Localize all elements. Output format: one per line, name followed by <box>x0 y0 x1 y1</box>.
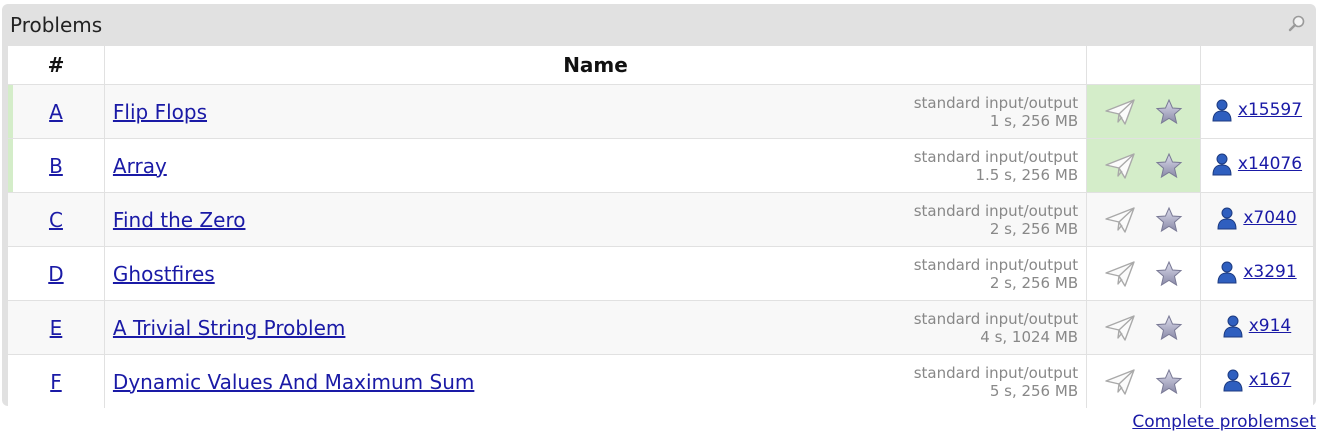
send-icon[interactable] <box>1103 367 1137 397</box>
time-memory-limit: 2 s, 256 MB <box>989 273 1079 292</box>
header-name: Name <box>103 46 1087 85</box>
problem-name-cell: Dynamic Values And Maximum Sum standard … <box>103 354 1087 408</box>
table-header-row: # Name <box>8 46 1313 85</box>
table-row: F Dynamic Values And Maximum Sum standar… <box>8 354 1313 408</box>
send-icon[interactable] <box>1103 151 1137 181</box>
complete-problemset-link[interactable]: Complete problemset <box>1132 412 1316 432</box>
problem-index-cell: A <box>8 84 105 139</box>
problem-solvers-cell: x3291 <box>1200 246 1313 301</box>
star-icon[interactable] <box>1155 314 1183 342</box>
io-type: standard input/output <box>913 147 1079 166</box>
problem-solvers-cell: x14076 <box>1200 138 1313 193</box>
problem-solvers-cell: x914 <box>1200 300 1313 355</box>
io-type: standard input/output <box>913 93 1079 112</box>
problem-limits: standard input/output 1 s, 256 MB <box>914 94 1078 130</box>
user-icon <box>1212 153 1232 175</box>
problem-name-cell: A Trivial String Problem standard input/… <box>103 300 1087 355</box>
problem-index-cell: E <box>8 300 105 355</box>
problem-name-link[interactable]: Array <box>113 154 167 178</box>
solvers-count-link[interactable]: x14076 <box>1238 154 1302 174</box>
problem-name-link[interactable]: Flip Flops <box>113 100 207 124</box>
solvers-count-link[interactable]: x3291 <box>1243 262 1296 282</box>
header-solvers <box>1200 46 1313 85</box>
problem-limits: standard input/output 5 s, 256 MB <box>914 364 1078 400</box>
problem-limits: standard input/output 2 s, 256 MB <box>914 202 1078 238</box>
problem-index-link[interactable]: C <box>49 208 63 232</box>
io-type: standard input/output <box>913 255 1079 274</box>
problem-limits: standard input/output 1.5 s, 256 MB <box>914 148 1078 184</box>
star-icon[interactable] <box>1155 368 1183 396</box>
problem-actions-cell <box>1086 300 1201 355</box>
table-row: C Find the Zero standard input/output 2 … <box>8 192 1313 247</box>
star-icon[interactable] <box>1155 206 1183 234</box>
problem-name-cell: Array standard input/output 1.5 s, 256 M… <box>103 138 1087 193</box>
problem-actions-cell <box>1086 84 1201 139</box>
send-icon[interactable] <box>1103 313 1137 343</box>
user-icon <box>1212 99 1232 121</box>
table-row: D Ghostfires standard input/output 2 s, … <box>8 246 1313 301</box>
time-memory-limit: 2 s, 256 MB <box>989 219 1079 238</box>
send-icon[interactable] <box>1103 97 1137 127</box>
io-type: standard input/output <box>913 201 1079 220</box>
problem-solvers-cell: x7040 <box>1200 192 1313 247</box>
problem-name-link[interactable]: Ghostfires <box>113 262 215 286</box>
solvers-count-link[interactable]: x7040 <box>1243 208 1296 228</box>
panel-title: Problems <box>10 13 103 37</box>
solvers-count-link[interactable]: x914 <box>1249 316 1292 336</box>
io-type: standard input/output <box>913 363 1079 382</box>
problem-index-link[interactable]: B <box>49 154 63 178</box>
problem-actions-cell <box>1086 138 1201 193</box>
problem-actions-cell <box>1086 246 1201 301</box>
time-memory-limit: 5 s, 256 MB <box>989 381 1079 400</box>
time-memory-limit: 1 s, 256 MB <box>989 111 1079 130</box>
problem-index-link[interactable]: E <box>50 316 63 340</box>
star-icon[interactable] <box>1155 260 1183 288</box>
table-row: B Array standard input/output 1.5 s, 256… <box>8 138 1313 193</box>
problem-index-link[interactable]: F <box>50 370 62 394</box>
time-memory-limit: 4 s, 1024 MB <box>980 327 1079 346</box>
problem-name-link[interactable]: Find the Zero <box>113 208 246 232</box>
problems-panel: Problems # Name A Flip Flops standard in… <box>2 4 1316 408</box>
problem-index-cell: C <box>8 192 105 247</box>
problem-index-cell: B <box>8 138 105 193</box>
problem-limits: standard input/output 2 s, 256 MB <box>914 256 1078 292</box>
problem-limits: standard input/output 4 s, 1024 MB <box>914 310 1078 346</box>
problem-index-link[interactable]: A <box>49 100 63 124</box>
solvers-count-link[interactable]: x15597 <box>1238 100 1302 120</box>
user-icon <box>1217 207 1237 229</box>
io-type: standard input/output <box>913 309 1079 328</box>
problem-actions-cell <box>1086 192 1201 247</box>
send-icon[interactable] <box>1103 259 1137 289</box>
problems-table: # Name A Flip Flops standard input/outpu… <box>8 46 1313 408</box>
header-index: # <box>8 46 105 85</box>
user-icon <box>1223 369 1243 391</box>
send-icon[interactable] <box>1103 205 1137 235</box>
time-memory-limit: 1.5 s, 256 MB <box>975 165 1079 184</box>
problem-name-link[interactable]: A Trivial String Problem <box>113 316 345 340</box>
header-actions <box>1086 46 1201 85</box>
star-icon[interactable] <box>1155 152 1183 180</box>
search-icon[interactable] <box>1288 14 1306 32</box>
problem-name-link[interactable]: Dynamic Values And Maximum Sum <box>113 370 474 394</box>
problem-actions-cell <box>1086 354 1201 408</box>
table-row: E A Trivial String Problem standard inpu… <box>8 300 1313 355</box>
problem-name-cell: Find the Zero standard input/output 2 s,… <box>103 192 1087 247</box>
problem-solvers-cell: x15597 <box>1200 84 1313 139</box>
problem-index-link[interactable]: D <box>48 262 63 286</box>
problem-index-cell: F <box>8 354 105 408</box>
table-row: A Flip Flops standard input/output 1 s, … <box>8 84 1313 139</box>
problem-index-cell: D <box>8 246 105 301</box>
problem-name-cell: Ghostfires standard input/output 2 s, 25… <box>103 246 1087 301</box>
user-icon <box>1217 261 1237 283</box>
user-icon <box>1223 315 1243 337</box>
problem-solvers-cell: x167 <box>1200 354 1313 408</box>
problem-name-cell: Flip Flops standard input/output 1 s, 25… <box>103 84 1087 139</box>
star-icon[interactable] <box>1155 98 1183 126</box>
solvers-count-link[interactable]: x167 <box>1249 370 1292 390</box>
